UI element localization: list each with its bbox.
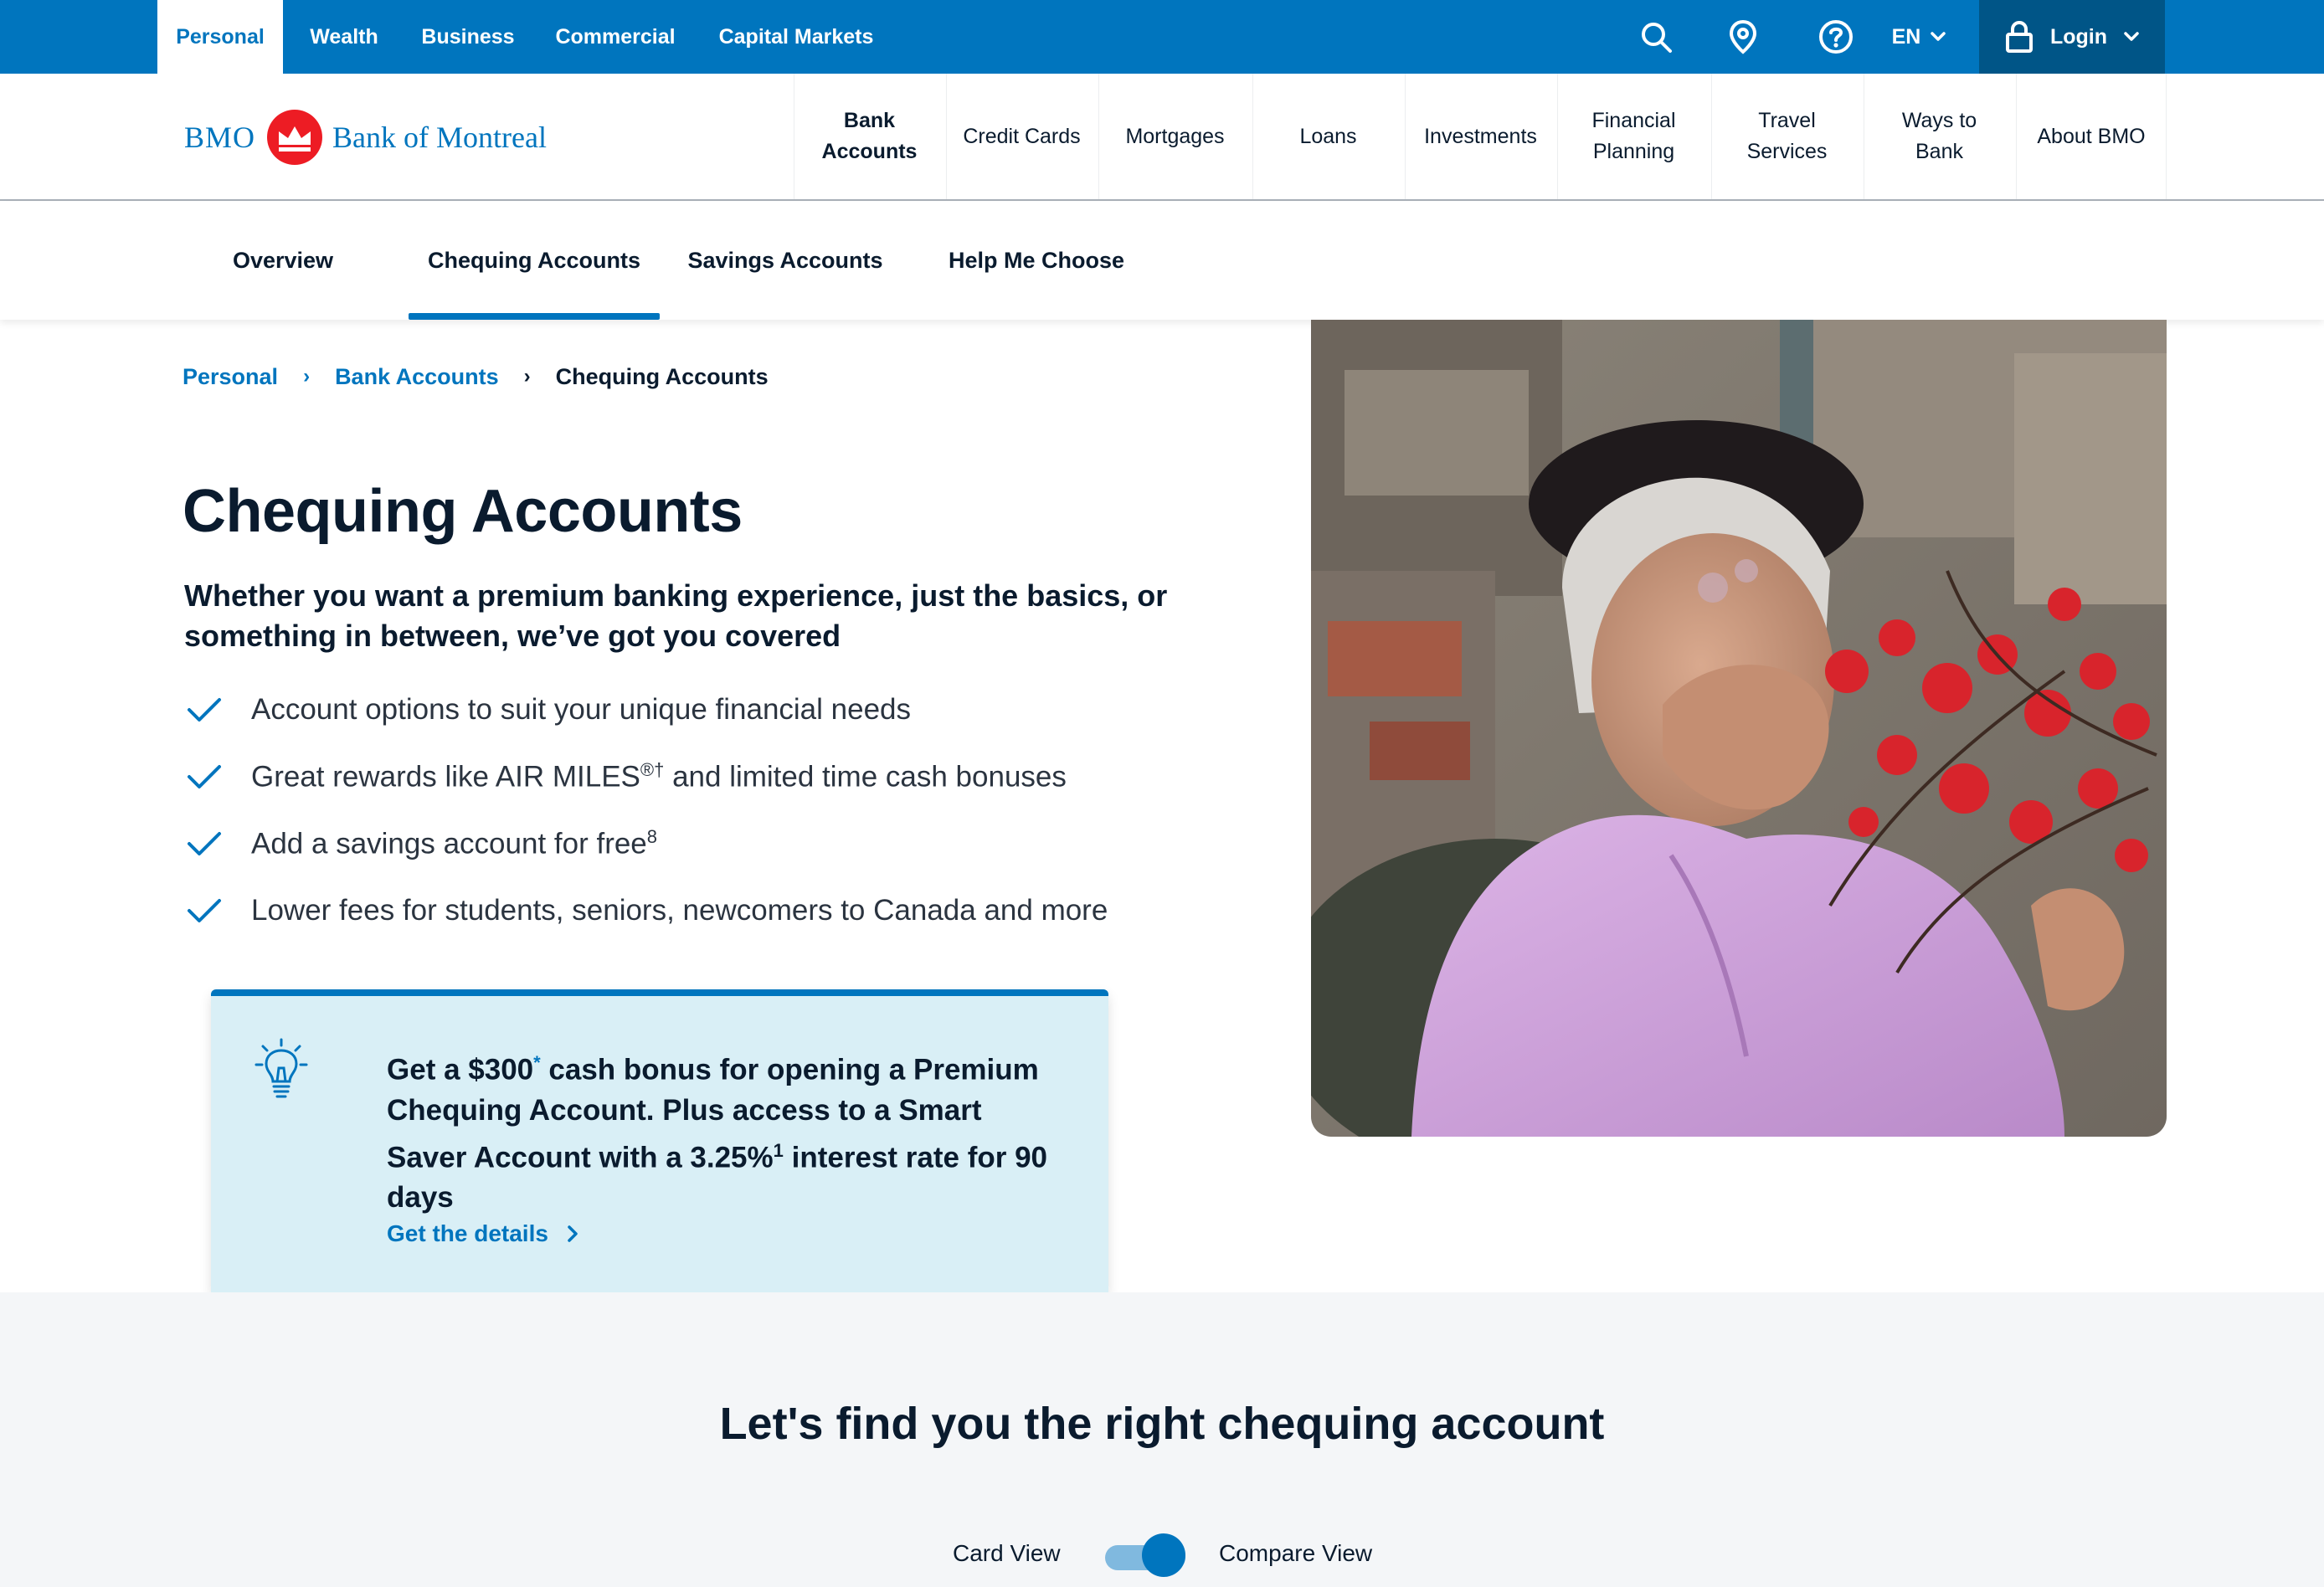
segment-personal[interactable]: Personal [157, 0, 283, 74]
list-item: Account options to suit your unique fina… [184, 676, 1108, 743]
benefit-text-main: Great rewards like AIR MILES [251, 760, 640, 794]
nav-financial-planning[interactable]: Financial Planning [1557, 74, 1710, 199]
main-header: BMO Bank of Montreal Bank Accounts Credit… [0, 74, 2324, 201]
view-toggle-row: Card View Compare View [0, 1528, 2324, 1579]
tab-overview[interactable]: Overview [193, 202, 373, 320]
lightbulb-icon [255, 1038, 308, 1098]
footnote-marker[interactable]: * [533, 1052, 541, 1073]
get-details-link[interactable]: Get the details [387, 1220, 578, 1247]
benefit-text-main: Add a savings account for free [251, 827, 647, 860]
page-lead: Whether you want a premium banking exper… [184, 578, 1168, 653]
checkmark-icon [188, 899, 221, 922]
hero-photo [1311, 320, 2167, 1137]
list-item: Add a savings account for free8 [184, 810, 1108, 877]
location-pin-icon [1729, 19, 1757, 54]
nav-bank-accounts[interactable]: Bank Accounts [794, 74, 944, 199]
nav-label: Investments [1424, 124, 1537, 148]
footnote-marker[interactable]: ®† [640, 759, 664, 780]
checkmark-icon [188, 765, 221, 788]
login-label: Login [2049, 24, 2108, 49]
nav-label: Mortgages [1125, 124, 1225, 148]
nav-credit-cards[interactable]: Credit Cards [946, 74, 1097, 199]
sub-navigation: Overview Chequing Accounts Savings Accou… [0, 202, 2324, 320]
nav-label: Credit Cards [963, 124, 1081, 148]
compare-view-label[interactable]: Compare View [1219, 1540, 1372, 1567]
account-finder-section: Let's find you the right chequing accoun… [0, 1292, 2324, 1587]
finder-title: Let's find you the right chequing accoun… [719, 1399, 1605, 1449]
chevron-right-icon: › [303, 365, 311, 388]
promo-text-part: Get a $300 [387, 1053, 534, 1086]
search-button[interactable] [1632, 0, 1679, 74]
view-toggle-switch[interactable] [1105, 1533, 1185, 1577]
nav-loans[interactable]: Loans [1252, 74, 1403, 199]
promo-text: Get a $300* cash bonus for opening a Pre… [387, 1043, 1057, 1218]
benefit-text-tail: and limited time cash bonuses [664, 760, 1067, 794]
nav-ways-to-bank[interactable]: Ways to Bank [1864, 74, 2014, 199]
checkmark-icon [188, 832, 221, 855]
checkmark-icon [188, 698, 221, 722]
footnote-marker[interactable]: 1 [774, 1140, 784, 1161]
tab-help-me-choose[interactable]: Help Me Choose [929, 202, 1144, 320]
logo-bank-text: Bank of Montreal [332, 121, 547, 154]
nav-label: Planning [1592, 140, 1675, 163]
nav-label: Bank [1915, 140, 1963, 163]
chevron-down-icon [1931, 32, 1946, 41]
page-title: Chequing Accounts [183, 478, 743, 545]
benefits-list: Account options to suit your unique fina… [184, 676, 1108, 944]
logo-bmo-text: BMO [184, 121, 256, 154]
hero-photo-illustration [1311, 320, 2167, 1137]
nav-label: Travel [1758, 109, 1816, 132]
nav-investments[interactable]: Investments [1405, 74, 1555, 199]
nav-label: About BMO [2037, 124, 2146, 148]
nav-label: Accounts [821, 140, 918, 163]
segment-capital-markets[interactable]: Capital Markets [705, 0, 887, 74]
nav-label: Loans [1299, 124, 1357, 148]
help-button[interactable] [1813, 0, 1859, 74]
card-view-label[interactable]: Card View [953, 1540, 1061, 1567]
benefit-text: Lower fees for students, seniors, newcom… [251, 894, 1108, 927]
chevron-right-icon: › [523, 365, 531, 388]
segment-business[interactable]: Business [410, 0, 526, 74]
chevron-down-icon [2124, 32, 2139, 41]
benefit-text: Great rewards like AIR MILES®† and limit… [251, 759, 1067, 794]
list-item: Lower fees for students, seniors, newcom… [184, 877, 1108, 944]
top-utility-bar: Personal Wealth Business Commercial Capi… [0, 0, 2324, 74]
breadcrumb-personal[interactable]: Personal [183, 364, 278, 390]
segment-commercial[interactable]: Commercial [542, 0, 688, 74]
footnote-marker[interactable]: 8 [647, 826, 657, 847]
tab-savings-accounts[interactable]: Savings Accounts [670, 202, 901, 320]
promo-card: Get a $300* cash bonus for opening a Pre… [211, 989, 1108, 1292]
nav-label: Bank [843, 109, 896, 132]
breadcrumb-current: Chequing Accounts [555, 363, 769, 389]
chevron-right-icon [568, 1225, 578, 1242]
nav-label: Services [1746, 140, 1828, 163]
benefit-text: Add a savings account for free8 [251, 826, 657, 861]
nav-about-bmo[interactable]: About BMO [2016, 74, 2167, 199]
language-label: EN [1891, 24, 1921, 49]
nav-label: Ways to [1901, 109, 1977, 132]
nav-mortgages[interactable]: Mortgages [1098, 74, 1251, 199]
login-button[interactable]: Login [1979, 0, 2165, 74]
tab-chequing-accounts[interactable]: Chequing Accounts [409, 202, 660, 320]
nav-travel-services[interactable]: Travel Services [1711, 74, 1862, 199]
search-icon [1642, 23, 1672, 53]
lock-icon [2005, 20, 2033, 53]
benefit-text: Account options to suit your unique fina… [251, 693, 912, 726]
breadcrumb: Personal › Bank Accounts › Chequing Acco… [183, 360, 769, 393]
help-icon [1819, 20, 1853, 54]
locations-button[interactable] [1721, 0, 1765, 74]
bmo-logo[interactable]: BMO Bank of Montreal [184, 107, 547, 167]
nav-label: Financial [1591, 109, 1676, 132]
segment-wealth[interactable]: Wealth [295, 0, 393, 74]
cta-label: Get the details [387, 1220, 548, 1246]
language-selector[interactable]: EN [1884, 0, 1954, 74]
list-item: Great rewards like AIR MILES®† and limit… [184, 743, 1108, 810]
toggle-knob [1142, 1533, 1185, 1577]
bmo-roundel-icon [267, 110, 323, 165]
breadcrumb-bank-accounts[interactable]: Bank Accounts [335, 364, 499, 390]
